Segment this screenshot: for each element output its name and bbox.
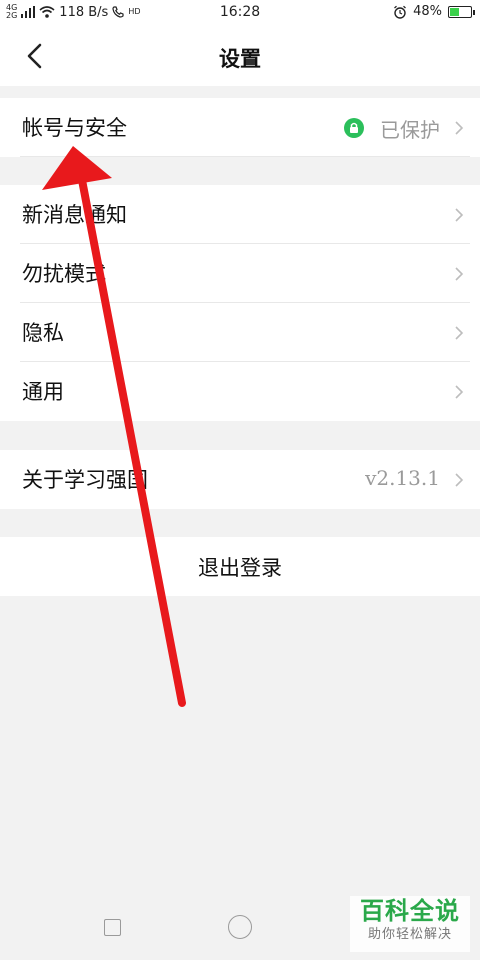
settings-row-about[interactable]: 关于学习强国 v2.13.1 <box>0 450 480 509</box>
battery-icon <box>448 5 475 18</box>
lock-icon <box>344 118 364 138</box>
app-version: v2.13.1 <box>365 466 440 490</box>
watermark-subtitle: 助你轻松解决 <box>367 927 452 942</box>
about-group: 关于学习强国 v2.13.1 <box>0 450 480 509</box>
chevron-right-icon <box>455 473 464 487</box>
row-label: 关于学习强国 <box>22 468 148 492</box>
row-label: 帐号与安全 <box>22 116 127 140</box>
battery-level-fill <box>450 7 460 16</box>
settings-group: 新消息通知 勿扰模式 隐私 通用 <box>0 185 480 421</box>
settings-row-do-not-disturb[interactable]: 勿扰模式 <box>0 244 480 303</box>
row-label: 通用 <box>22 380 64 404</box>
chevron-right-icon <box>455 208 464 222</box>
watermark-logo: 百科全说 助你轻松解决 <box>350 896 470 952</box>
settings-row-notifications[interactable]: 新消息通知 <box>0 185 480 244</box>
chevron-right-icon <box>455 121 464 135</box>
status-bar: 4G 2G 118 B/s HD 16:28 48% <box>0 0 480 26</box>
chevron-right-icon <box>455 267 464 281</box>
watermark-title: 百科全说 <box>360 897 460 925</box>
nav-bar: 设置 <box>0 26 480 86</box>
chevron-right-icon <box>455 385 464 399</box>
row-label: 勿扰模式 <box>22 262 106 286</box>
logout-label: 退出登录 <box>198 556 282 580</box>
settings-row-account-security[interactable]: 帐号与安全 已保护 <box>0 98 480 157</box>
account-status: 已保护 <box>380 118 440 142</box>
circle-icon[interactable] <box>228 915 252 939</box>
row-label: 新消息通知 <box>22 203 127 227</box>
settings-row-privacy[interactable]: 隐私 <box>0 303 480 362</box>
row-divider <box>20 156 470 157</box>
row-label: 隐私 <box>22 321 64 345</box>
chevron-right-icon <box>455 326 464 340</box>
square-icon[interactable] <box>104 919 121 936</box>
alarm-icon <box>394 5 407 19</box>
battery-percent: 48% <box>413 4 442 19</box>
status-right: 48% <box>393 4 475 19</box>
logout-button[interactable]: 退出登录 <box>0 537 480 596</box>
page-title: 设置 <box>219 47 261 71</box>
settings-row-general[interactable]: 通用 <box>0 362 480 421</box>
account-group: 帐号与安全 已保护 <box>0 98 480 157</box>
